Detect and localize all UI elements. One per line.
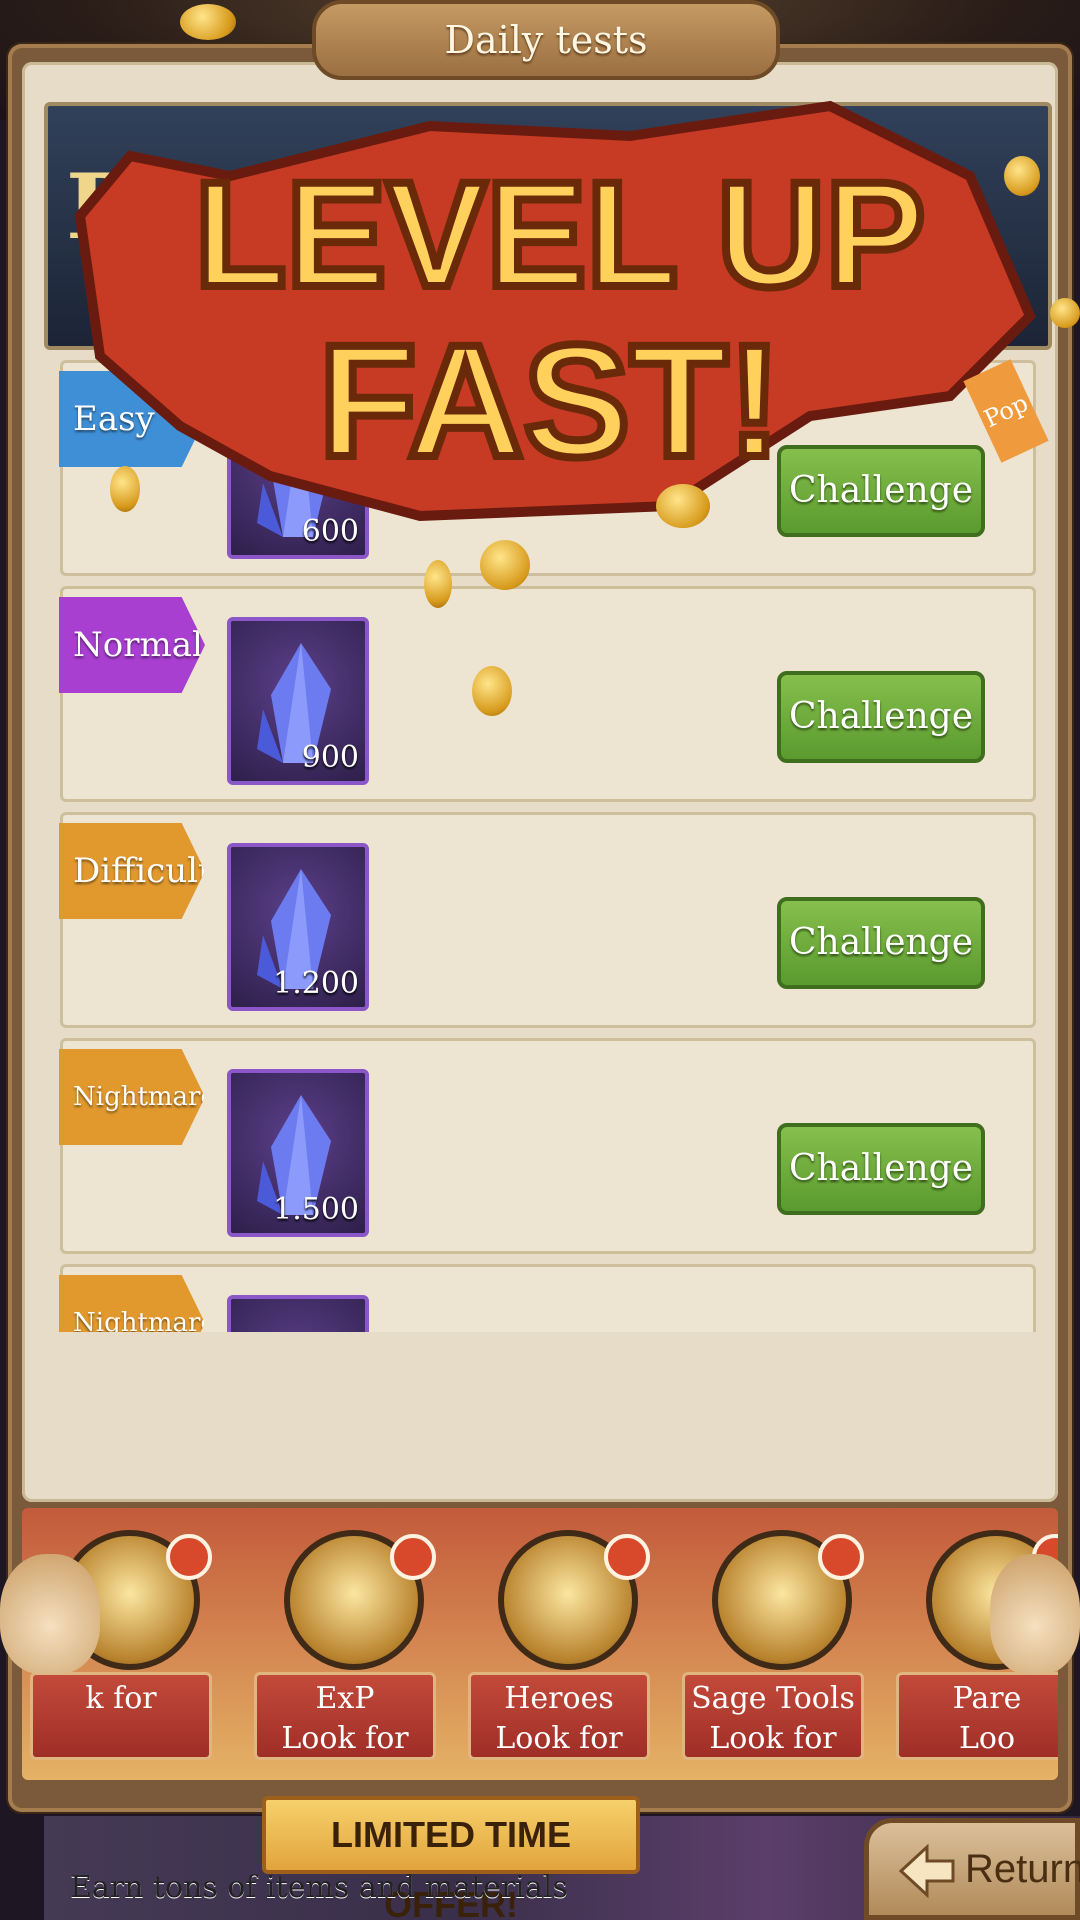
reward-amount: 1.500 bbox=[273, 1192, 359, 1227]
event-banner: R bbox=[44, 102, 1052, 350]
tool-bar: k for ExP Look for Heroes Look for Sage … bbox=[22, 1508, 1058, 1780]
reward-amount: 600 bbox=[301, 514, 359, 549]
coin-icon bbox=[180, 4, 236, 40]
tier-list[interactable]: Easy 600 Challenge Normal 900 Challenge … bbox=[56, 360, 1040, 1332]
tier-label: Nightmare 1 bbox=[59, 1049, 205, 1145]
reward-amount: 1.200 bbox=[273, 966, 359, 1001]
reward-crystal bbox=[227, 1295, 369, 1332]
tool-item[interactable]: Sage Tools Look for bbox=[682, 1524, 864, 1764]
coin-icon bbox=[656, 484, 710, 528]
notification-dot bbox=[166, 1534, 212, 1580]
tool-item[interactable]: Heroes Look for bbox=[468, 1524, 650, 1764]
challenge-button[interactable]: Challenge bbox=[777, 671, 985, 763]
money-bag-icon bbox=[0, 1554, 100, 1674]
reward-crystal: 1.500 bbox=[227, 1069, 369, 1237]
money-bag-icon bbox=[990, 1554, 1080, 1674]
tier-row: Normal 900 Challenge bbox=[59, 586, 1036, 802]
tier-row: Difficult 1.200 Challenge bbox=[59, 812, 1036, 1028]
notification-dot bbox=[604, 1534, 650, 1580]
tool-label[interactable]: ExP Look for bbox=[254, 1672, 436, 1760]
tool-label[interactable]: Heroes Look for bbox=[468, 1672, 650, 1760]
tool-item[interactable]: ExP Look for bbox=[254, 1524, 436, 1764]
coin-icon bbox=[110, 466, 140, 512]
banner-partial-text: R bbox=[66, 154, 141, 260]
coin-icon bbox=[472, 666, 512, 716]
coin-icon bbox=[480, 540, 530, 590]
coin-icon bbox=[1004, 156, 1040, 196]
notification-dot bbox=[390, 1534, 436, 1580]
reward-crystal: 1.200 bbox=[227, 843, 369, 1011]
tool-label[interactable]: Pare Loo bbox=[896, 1672, 1058, 1760]
reward-crystal: 600 bbox=[227, 391, 369, 559]
arrow-left-icon bbox=[898, 1843, 955, 1899]
page-title: Daily tests bbox=[312, 0, 780, 80]
tier-label: Normal bbox=[59, 597, 205, 693]
tool-label[interactable]: Sage Tools Look for bbox=[682, 1672, 864, 1760]
challenge-button[interactable]: Challenge bbox=[777, 1123, 985, 1215]
tier-label: Difficult bbox=[59, 823, 205, 919]
reward-crystal: 900 bbox=[227, 617, 369, 785]
coin-icon bbox=[1050, 298, 1080, 328]
tier-row: Nightmare 2 bbox=[59, 1264, 1036, 1332]
tool-label[interactable]: k for bbox=[30, 1672, 212, 1760]
notification-dot bbox=[818, 1534, 864, 1580]
tier-row: Nightmare 1 1.500 Challenge bbox=[59, 1038, 1036, 1254]
challenge-button[interactable]: Challenge bbox=[777, 445, 985, 537]
tier-label: Nightmare 2 bbox=[59, 1275, 205, 1332]
limited-offer-button[interactable]: LIMITED TIME OFFER! bbox=[262, 1796, 640, 1920]
tier-label: Easy bbox=[59, 371, 205, 467]
challenge-button[interactable]: Challenge bbox=[777, 897, 985, 989]
tier-row: Easy 600 Challenge bbox=[59, 360, 1036, 576]
footer-description: Earn tons of items and materials bbox=[70, 1870, 568, 1905]
coin-icon bbox=[424, 560, 452, 608]
reward-amount: 900 bbox=[301, 740, 359, 775]
return-label: Return bbox=[965, 1847, 1080, 1891]
return-button[interactable]: Return bbox=[864, 1818, 1080, 1920]
